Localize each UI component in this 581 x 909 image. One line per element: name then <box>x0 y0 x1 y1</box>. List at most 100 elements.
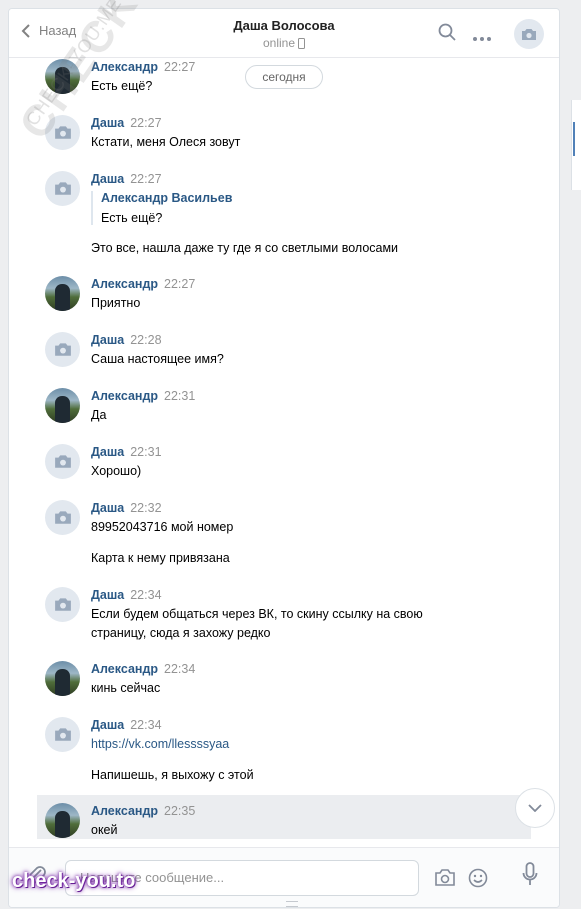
avatar[interactable] <box>45 171 80 206</box>
message-header: Даша 22:34 <box>91 588 162 602</box>
message-text: страницу, сюда я захожу редко <box>91 626 271 640</box>
message-input[interactable] <box>78 869 302 886</box>
message-text: 89952043716 мой номер <box>91 520 234 534</box>
message-text: Есть ещё? <box>91 79 153 93</box>
search-button[interactable] <box>438 23 456 46</box>
back-button[interactable]: Назад <box>21 23 76 38</box>
message-time: 22:28 <box>130 333 162 347</box>
avatar[interactable] <box>45 332 80 367</box>
message-time: 22:31 <box>164 389 196 403</box>
camera-icon <box>54 511 71 524</box>
message-input-box[interactable] <box>65 860 488 896</box>
author-name[interactable]: Александр <box>91 804 158 818</box>
camera-icon <box>54 343 71 356</box>
message-header: Даша 22:28 <box>91 333 162 347</box>
message-header: Александр 22:27 <box>91 277 195 291</box>
message-header: Александр 22:31 <box>91 389 195 403</box>
chat-header: Назад Даша Волосова online <box>9 9 559 58</box>
voice-message-button[interactable] <box>522 862 538 891</box>
message-item[interactable]: Даша 22:27 Александр Васильев Есть ещё? Это … <box>37 171 527 261</box>
camera-icon <box>435 869 455 886</box>
message-header: Даша 22:27 <box>91 172 162 186</box>
message-item[interactable]: Александр 22:35 окей <box>37 795 531 839</box>
author-name[interactable]: Александр <box>91 60 158 74</box>
author-name[interactable]: Александр <box>91 389 158 403</box>
message-time: 22:27 <box>164 60 196 74</box>
photo-attach-button[interactable] <box>434 868 456 892</box>
message-time: 22:27 <box>130 172 162 186</box>
camera-icon <box>54 728 71 741</box>
message-text: Саша настоящее имя? <box>91 352 224 366</box>
message-item[interactable]: Даша 22:34 Если будем общаться через ВК, т… <box>37 587 527 640</box>
message-header: Александр 22:27 <box>91 60 195 74</box>
avatar[interactable] <box>45 276 80 311</box>
contact-avatar[interactable] <box>514 19 544 49</box>
message-item[interactable]: Даша 22:31 Хорошо) <box>37 444 527 484</box>
scroll-down-button[interactable] <box>515 788 555 828</box>
message-item[interactable]: Даша 22:27 Кстати, меня Олеся зовут <box>37 115 527 155</box>
message-text: Хорошо) <box>91 464 142 478</box>
message-time: 22:27 <box>130 116 162 130</box>
contact-info[interactable]: Даша Волосова online <box>159 18 409 50</box>
attach-button[interactable] <box>27 864 47 891</box>
message-item[interactable]: Александр 22:27 Есть ещё? <box>37 59 527 99</box>
message-text: Кстати, меня Олеся зовут <box>91 135 241 149</box>
message-item[interactable]: Александр 22:34 кинь сейчас <box>37 661 527 701</box>
microphone-icon <box>522 862 538 885</box>
message-time: 22:27 <box>164 277 196 291</box>
more-icon <box>473 37 491 41</box>
avatar[interactable] <box>45 388 80 423</box>
message-link[interactable]: https://vk.com/llessssyaa <box>91 735 229 754</box>
camera-icon <box>54 455 71 468</box>
more-button[interactable] <box>472 29 492 47</box>
right-sidebar-edge <box>571 100 581 190</box>
author-name[interactable]: Александр <box>91 662 158 676</box>
online-status: online <box>159 36 409 50</box>
avatar[interactable] <box>45 717 80 752</box>
author-name[interactable]: Даша <box>91 501 124 515</box>
author-name[interactable]: Даша <box>91 445 124 459</box>
avatar[interactable] <box>45 444 80 479</box>
contact-name: Даша Волосова <box>233 18 335 33</box>
emoji-button[interactable] <box>468 868 488 893</box>
message-text: кинь сейчас <box>91 681 161 695</box>
avatar[interactable] <box>45 500 80 535</box>
chevron-left-icon <box>21 23 30 38</box>
author-name[interactable]: Даша <box>91 333 124 347</box>
message-item[interactable]: Даша 22:32 89952043716 мой номер Карта к не… <box>37 500 527 570</box>
composer <box>9 847 559 907</box>
author-name[interactable]: Александр <box>91 277 158 291</box>
avatar[interactable] <box>45 115 80 150</box>
smile-icon <box>468 868 488 888</box>
resize-handle[interactable] <box>286 901 298 907</box>
forwarded-message: Александр Васильев Есть ещё? <box>91 191 232 225</box>
message-item[interactable]: Даша 22:28 Саша настоящее имя? <box>37 332 527 372</box>
message-time: 22:34 <box>130 588 162 602</box>
message-item[interactable]: Александр 22:27 Приятно <box>37 276 527 316</box>
avatar[interactable] <box>45 587 80 622</box>
author-name[interactable]: Даша <box>91 116 124 130</box>
message-item[interactable]: Даша 22:34 https://vk.com/llessssyaa Напише… <box>37 717 527 793</box>
message-time: 22:34 <box>164 662 196 676</box>
message-item[interactable]: Александр 22:31 Да <box>37 388 527 428</box>
author-name[interactable]: Даша <box>91 172 124 186</box>
camera-icon <box>54 182 71 195</box>
message-text: Приятно <box>91 296 141 310</box>
avatar[interactable] <box>45 59 80 94</box>
message-header: Александр 22:34 <box>91 662 195 676</box>
message-header: Даша 22:31 <box>91 445 162 459</box>
message-text: окей <box>91 823 118 837</box>
avatar[interactable] <box>45 661 80 696</box>
camera-icon <box>54 598 71 611</box>
author-name[interactable]: Даша <box>91 718 124 732</box>
camera-icon <box>54 126 71 139</box>
message-time: 22:32 <box>130 501 162 515</box>
message-text: Карта к нему привязана <box>91 551 230 565</box>
message-header: Даша 22:32 <box>91 501 162 515</box>
message-time: 22:31 <box>130 445 162 459</box>
message-text: Если будем общаться через ВК, то скину с… <box>91 607 423 621</box>
avatar[interactable] <box>45 803 80 838</box>
forwarded-text: Есть ещё? <box>101 211 163 225</box>
forwarded-author[interactable]: Александр Васильев <box>101 191 232 205</box>
author-name[interactable]: Даша <box>91 588 124 602</box>
